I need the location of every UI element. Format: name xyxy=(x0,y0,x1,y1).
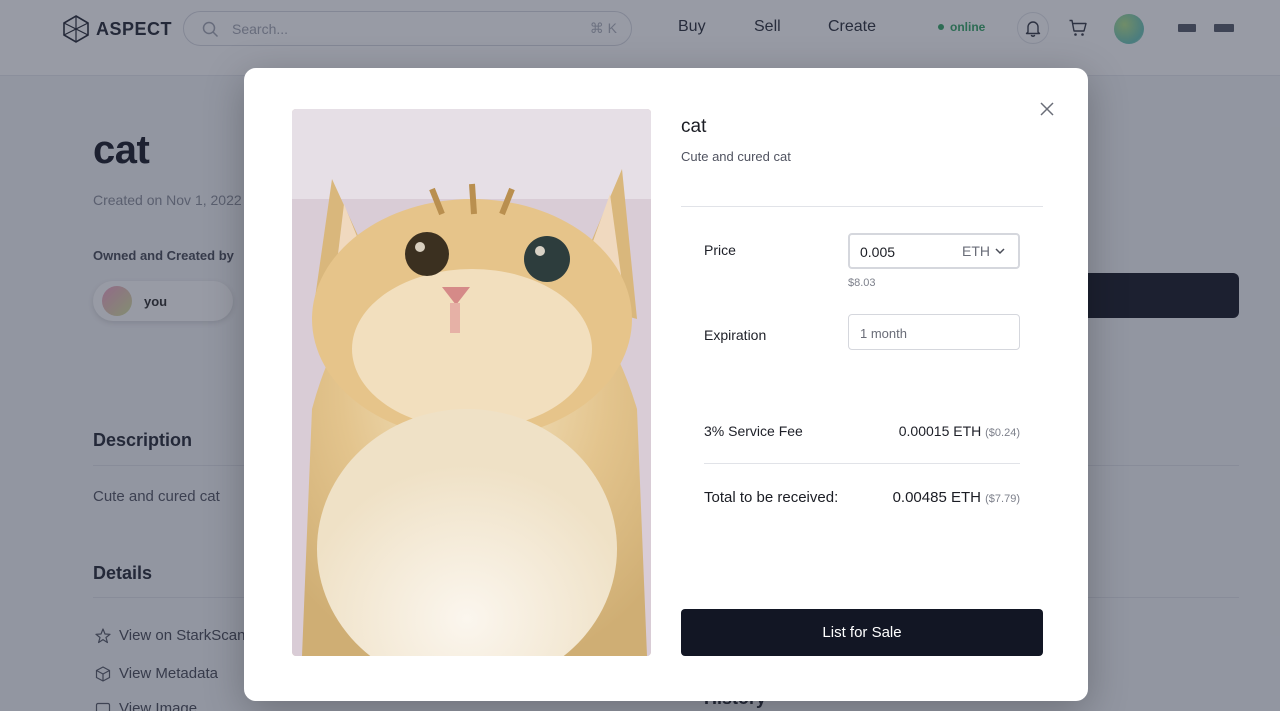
fee-usd: ($0.24) xyxy=(985,427,1020,439)
price-label: Price xyxy=(704,242,736,258)
currency-label: ETH xyxy=(962,243,990,259)
list-for-sale-button[interactable]: List for Sale xyxy=(681,609,1043,656)
price-input[interactable] xyxy=(860,243,950,261)
divider xyxy=(704,463,1020,464)
cat-artwork-icon xyxy=(292,109,651,656)
total-label: Total to be received: xyxy=(704,489,839,506)
currency-select[interactable]: ETH xyxy=(962,243,1006,259)
expiration-input[interactable] xyxy=(860,324,1010,342)
expiration-field[interactable] xyxy=(848,314,1020,350)
price-field[interactable]: ETH xyxy=(848,233,1020,269)
close-button[interactable] xyxy=(1036,98,1058,120)
fee-label: 3% Service Fee xyxy=(704,423,803,439)
total-eth: 0.00485 ETH xyxy=(892,489,981,506)
close-icon xyxy=(1040,102,1054,116)
list-for-sale-modal: cat Cute and cured cat Price ETH $8.03 E… xyxy=(244,68,1088,701)
modal-item-name: cat xyxy=(681,116,707,137)
chevron-down-icon xyxy=(995,248,1005,255)
nft-image xyxy=(292,109,651,656)
fee-eth: 0.00015 ETH xyxy=(898,423,982,439)
price-usd: $8.03 xyxy=(848,277,876,289)
fee-value: 0.00015 ETH ($0.24) xyxy=(899,423,1020,439)
divider xyxy=(681,206,1043,207)
total-value: 0.00485 ETH ($7.79) xyxy=(893,489,1020,506)
total-usd: ($7.79) xyxy=(985,493,1020,505)
modal-item-description: Cute and cured cat xyxy=(681,149,791,164)
expiration-label: Expiration xyxy=(704,327,767,343)
